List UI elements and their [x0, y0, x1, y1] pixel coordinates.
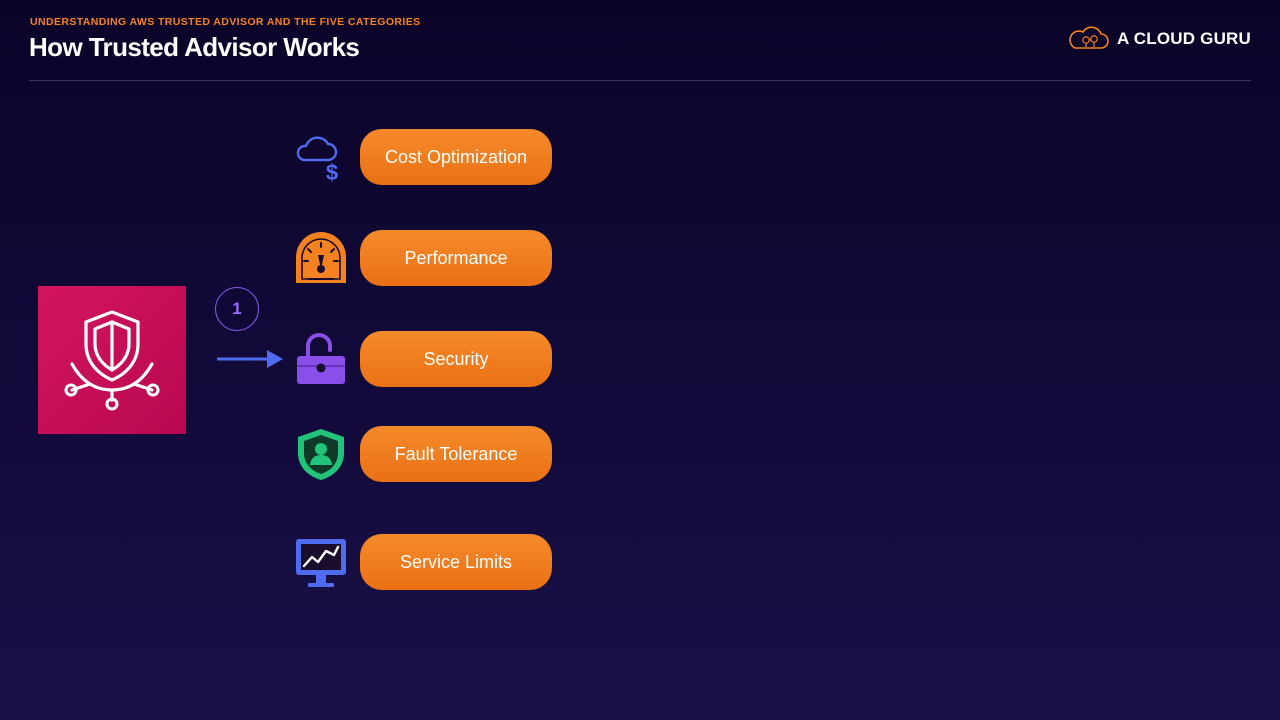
trusted-advisor-icon: [38, 286, 186, 434]
padlock-icon: [297, 333, 345, 384]
category-pill-service-limits: Service Limits: [360, 534, 552, 590]
arrow-right-icon: [217, 350, 283, 368]
category-pill-performance: Performance: [360, 230, 552, 286]
category-pill-security: Security: [360, 331, 552, 387]
trusted-advisor-shield-icon: [64, 310, 160, 411]
category-pill-fault-tolerance: Fault Tolerance: [360, 426, 552, 482]
cloud-brain-logo-icon: [1069, 26, 1109, 49]
brand: A CLOUD GURU: [1067, 26, 1251, 52]
monitor-chart-icon: [296, 539, 346, 587]
slide-subtitle: UNDERSTANDING AWS TRUSTED ADVISOR AND TH…: [30, 16, 421, 28]
svg-text:$: $: [326, 160, 338, 184]
speedometer-icon: [296, 232, 346, 283]
slide-title: How Trusted Advisor Works: [29, 32, 360, 62]
brand-name: A CLOUD GURU: [1117, 29, 1251, 48]
category-pill-cost-optimization: Cost Optimization: [360, 129, 552, 185]
cloud-dollar-icon: $: [296, 136, 338, 184]
header-divider: [29, 80, 1251, 81]
step-number-badge: 1: [215, 287, 259, 331]
shield-user-icon: [298, 429, 344, 480]
